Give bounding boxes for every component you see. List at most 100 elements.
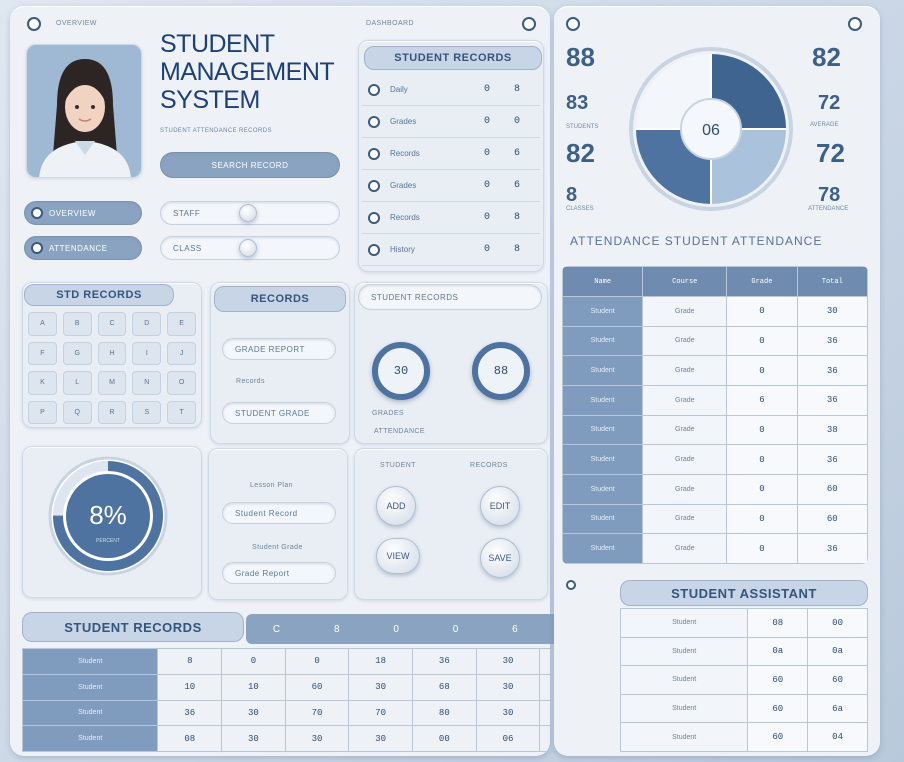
record-value-a: 0 <box>483 116 490 127</box>
grid-cell[interactable]: Q <box>62 400 92 424</box>
table-row[interactable]: Student Grade 6 36 <box>562 384 868 416</box>
table-cell: 0 <box>726 533 798 564</box>
grid-cell[interactable]: N <box>132 371 162 395</box>
table-row[interactable]: Student Grade 0 30 <box>562 296 868 327</box>
bottom-header-cell: 0 <box>452 623 459 635</box>
table-row[interactable]: Student 60 60 <box>619 665 868 695</box>
right-settings-icon[interactable] <box>848 17 862 31</box>
table-row[interactable]: Student80018363068 <box>21 648 604 675</box>
table-cell: Student <box>562 296 644 327</box>
record-icon <box>368 83 380 96</box>
grid-cell[interactable]: J <box>167 341 196 365</box>
table-cell: 30 <box>348 673 414 701</box>
list-item[interactable]: History 0 8 <box>362 234 540 266</box>
table-cell: 8 <box>157 648 223 675</box>
grid-cell[interactable]: A <box>28 312 57 336</box>
stat-left-low: 82 <box>566 138 595 168</box>
grid-cell[interactable]: E <box>167 312 196 336</box>
table-cell: 30 <box>475 648 541 675</box>
settings-icon[interactable] <box>522 17 536 31</box>
table-cell: 60 <box>796 473 868 505</box>
grid-cell[interactable]: H <box>97 341 127 365</box>
list-item[interactable]: Grades 0 0 <box>362 106 540 138</box>
column-header[interactable]: Grade <box>726 266 798 297</box>
grid-cell[interactable]: T <box>167 400 196 424</box>
records-list-header: STUDENT RECORDS <box>364 46 542 70</box>
lesson-plan-label: Lesson Plan <box>250 482 293 489</box>
column-header[interactable]: Name <box>562 266 644 297</box>
grid-cell[interactable]: S <box>132 400 162 424</box>
grid-cell[interactable]: O <box>167 371 196 395</box>
view-button[interactable]: VIEW <box>376 538 420 574</box>
list-item[interactable]: Records 0 6 <box>362 138 540 170</box>
staff-slider-handle[interactable] <box>239 204 257 222</box>
bottom-header-cell: 0 <box>393 623 399 635</box>
table-row[interactable]: Student Grade 0 60 <box>562 473 868 505</box>
table-cell: 36 <box>796 355 868 386</box>
grades-knob[interactable]: 30 <box>372 342 430 400</box>
list-item[interactable]: Records 0 8 <box>362 202 540 234</box>
table-cell: 36 <box>796 444 868 475</box>
student-record-pill[interactable]: Student Record <box>222 502 336 524</box>
attendance-toggle[interactable]: ATTENDANCE <box>24 236 142 260</box>
staff-slider[interactable]: STAFF <box>160 201 340 225</box>
table-row[interactable]: Student 08 00 <box>619 608 868 638</box>
table-cell: 0 <box>726 325 798 357</box>
table-row[interactable]: Student Grade 0 38 <box>562 414 868 446</box>
grid-cell[interactable]: B <box>62 312 92 336</box>
search-record-button[interactable]: SEARCH RECORD <box>160 152 340 178</box>
table-cell: 00 <box>807 608 868 638</box>
grid-cell[interactable]: C <box>97 312 127 336</box>
grid-cell[interactable]: P <box>28 400 57 424</box>
right-menu-icon[interactable] <box>566 17 580 31</box>
grid-cell[interactable]: R <box>97 400 127 424</box>
table-row[interactable]: Student36307070803036 <box>21 699 604 727</box>
class-slider-handle[interactable] <box>239 239 257 257</box>
add-button[interactable]: ADD <box>376 486 416 526</box>
header-right-label: DASHBOARD <box>366 20 414 27</box>
table-row[interactable]: Student 0a 0a <box>619 636 868 667</box>
overview-toggle[interactable]: OVERVIEW <box>24 201 142 225</box>
column-header[interactable]: Course <box>642 266 728 297</box>
column-header[interactable]: Total <box>796 266 868 297</box>
table-row[interactable]: Student Grade 0 36 <box>562 325 868 357</box>
table-cell: 0 <box>726 355 798 386</box>
table-cell: Student <box>619 693 749 724</box>
table-row[interactable]: Student 60 6a <box>619 693 868 724</box>
table-row[interactable]: Student Grade 0 36 <box>562 533 868 564</box>
list-item[interactable]: Daily 0 8 <box>362 74 540 106</box>
menu-icon[interactable] <box>27 17 41 31</box>
table-row[interactable]: Student08303030000606 <box>21 725 604 752</box>
student-records-search[interactable]: STUDENT RECORDS <box>358 284 542 310</box>
table-cell: Student <box>21 699 159 727</box>
grid-cell[interactable]: I <box>132 341 162 365</box>
grid-cell[interactable]: L <box>62 371 92 395</box>
table-row[interactable]: Student 60 04 <box>619 722 868 752</box>
table-row[interactable]: Student Grade 0 36 <box>562 355 868 386</box>
grid-cell[interactable]: G <box>62 341 92 365</box>
table-row[interactable]: Student Grade 0 36 <box>562 444 868 475</box>
class-slider[interactable]: CLASS <box>160 236 340 260</box>
student-grade-label: Student Grade <box>252 544 303 551</box>
record-value-a: 0 <box>483 244 490 255</box>
attendance-knob[interactable]: 88 <box>472 342 530 400</box>
table-cell: 60 <box>284 673 350 701</box>
table-cell: 18 <box>348 648 414 675</box>
list-item[interactable]: Grades 0 6 <box>362 170 540 202</box>
grid-cell[interactable]: M <box>97 371 127 395</box>
table-cell: 60 <box>747 722 809 752</box>
table-cell: 0 <box>726 473 798 505</box>
grid-cell[interactable]: K <box>28 371 57 395</box>
grade-report-pill[interactable]: GRADE REPORT <box>222 338 336 360</box>
edit-button[interactable]: EDIT <box>480 486 520 526</box>
student-info-pill[interactable]: STUDENT GRADE <box>222 402 336 424</box>
table-row[interactable]: Student10106030683036 <box>21 673 604 701</box>
table-row[interactable]: Student Grade 0 60 <box>562 503 868 535</box>
grid-cell[interactable]: D <box>132 312 162 336</box>
record-value-b: 8 <box>513 212 520 223</box>
stat-left-mid: 83 <box>566 92 589 114</box>
save-button[interactable]: SAVE <box>480 538 520 578</box>
table-cell: 80 <box>412 699 477 727</box>
grade-report-fill-pill[interactable]: Grade Report <box>222 562 336 584</box>
grid-cell[interactable]: F <box>28 341 57 365</box>
